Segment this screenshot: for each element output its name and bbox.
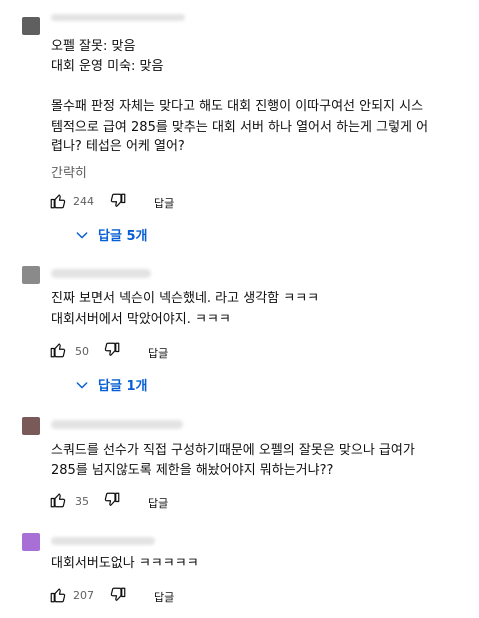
comment-text-line: 몰수패 판정 자체는 맞다고 해도 대회 진행이 이따구여선 안되지 시스 [51,99,424,114]
thumbs-up-icon[interactable] [49,192,67,210]
like-count: 244 [73,195,94,208]
thumbs-up-icon[interactable] [49,491,67,509]
chevron-down-icon [74,377,90,393]
comment-text-line: 대회서버에서 막았어야지. ㅋㅋㅋ [51,312,231,327]
show-less-button[interactable]: 간략히 [51,162,87,181]
thumbs-down-icon[interactable] [109,586,127,604]
thumbs-down-icon[interactable] [103,341,121,359]
comment-text-line: 대회서버도없나 ㅋㅋㅋㅋㅋ [51,556,199,571]
reply-button[interactable]: 답글 [148,345,168,361]
author-name[interactable] [51,14,185,21]
avatar[interactable] [22,17,40,35]
author-name[interactable] [51,420,183,429]
view-replies-label: 답글 1개 [98,379,148,394]
comment-text-line: 스쿼드를 선수가 직접 구성하기때문에 오펠의 잘못은 맞으나 급여가 [51,443,415,458]
thumbs-down-icon[interactable] [103,491,121,509]
view-replies-button[interactable]: 답글 1개 [74,375,147,394]
view-replies-button[interactable]: 답글 5개 [74,225,147,244]
reply-button[interactable]: 답글 [148,495,168,511]
chevron-down-icon [74,227,90,243]
comment-text-line: 285를 넘지않도록 제한을 해놨어야지 뭐하는거냐?? [51,463,334,478]
thumbs-up-icon[interactable] [49,341,67,359]
view-replies-label: 답글 5개 [98,229,148,244]
thumbs-up-icon[interactable] [49,586,67,604]
comment-text-line: 대회 운영 미숙: 맞음 [51,59,164,74]
thumbs-down-icon[interactable] [109,192,127,210]
like-count: 35 [75,495,89,508]
like-count: 207 [73,589,94,602]
author-name[interactable] [51,537,155,545]
comment-text-line: 진짜 보면서 넥슨이 넥슨했네. 라고 생각함 ㅋㅋㅋ [51,291,320,306]
comment-text-line: 렵나? 테섭은 어케 열어? [51,139,185,154]
like-count: 50 [75,345,89,358]
author-name[interactable] [51,269,151,278]
avatar[interactable] [22,533,40,551]
avatar[interactable] [22,417,40,435]
comment-text-line: 오펠 잘못: 맞음 [51,39,136,54]
avatar[interactable] [22,266,40,284]
reply-button[interactable]: 답글 [154,589,174,605]
comment-text-line: 템적으로 급여 285를 맞추는 대회 서버 하나 열어서 하는게 그렇게 어 [51,120,429,135]
reply-button[interactable]: 답글 [154,195,174,211]
